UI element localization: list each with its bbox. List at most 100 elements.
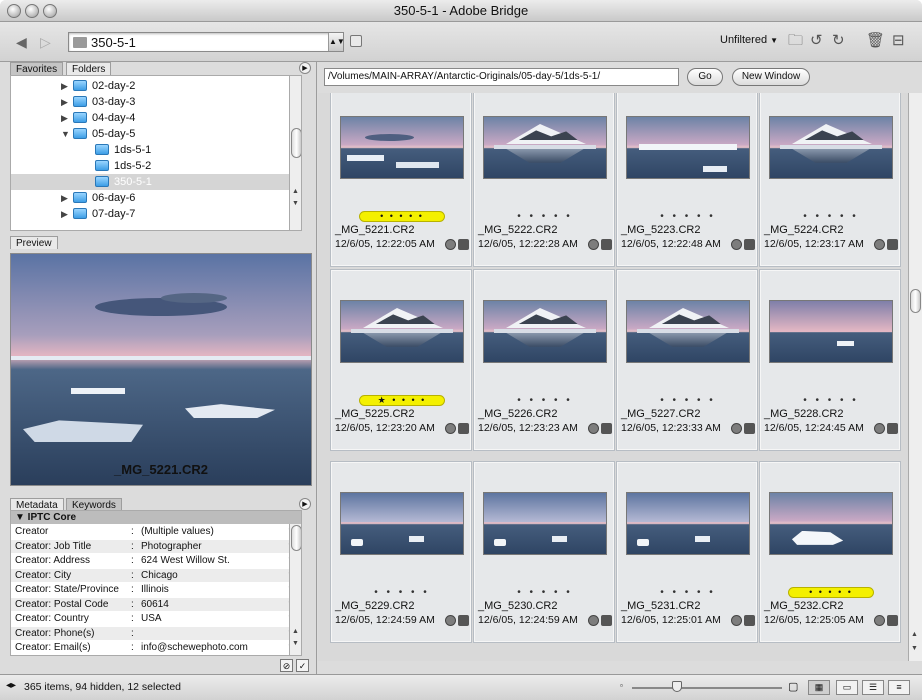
label-bar[interactable]: • • • • •	[788, 587, 874, 598]
thumbnail-cell[interactable]: • • • • • _MG_5232.CR2 12/6/05, 12:25:05 A…	[759, 461, 901, 643]
scroll-down-arrow-icon[interactable]: ▼	[292, 640, 299, 647]
thumbnail-image[interactable]	[626, 492, 750, 555]
thumbnail-image[interactable]	[769, 300, 893, 363]
rating-dots[interactable]: • • • • •	[617, 212, 759, 222]
thumbnail-cell[interactable]: • • • • • _MG_5231.CR2 12/6/05, 12:25:01 A…	[616, 461, 758, 643]
thumbnail-image[interactable]	[340, 116, 464, 179]
folder-item[interactable]: 350-5-1	[11, 174, 301, 190]
rating-dots[interactable]: • • • • •	[617, 588, 759, 598]
cancel-icon[interactable]: ⊘	[280, 659, 293, 672]
thumbnail-image[interactable]	[626, 300, 750, 363]
trash-icon[interactable]: 🗑	[866, 32, 885, 50]
thumbnail-cell[interactable]: • • • • • _MG_5224.CR2 12/6/05, 12:23:17 A…	[759, 93, 901, 267]
disclosure-open-icon[interactable]: ▼	[61, 126, 70, 142]
folder-scrollbar[interactable]: ▲ ▼	[289, 76, 301, 230]
new-folder-icon[interactable]: 🗀	[788, 32, 803, 50]
thumbnail-image[interactable]	[483, 492, 607, 555]
zoom-window-button[interactable]	[43, 4, 57, 18]
slider-knob[interactable]	[672, 681, 682, 692]
go-button[interactable]: Go	[687, 68, 723, 86]
iptc-section-header[interactable]: ▼ IPTC Core	[11, 511, 301, 524]
thumbnail-cell[interactable]: • • • • • _MG_5228.CR2 12/6/05, 12:24:45 A…	[759, 269, 901, 451]
rating-dots[interactable]: • • • • •	[474, 396, 616, 406]
rating-dots[interactable]: • • • • •	[331, 588, 473, 598]
metadata-value[interactable]: (Multiple values)	[141, 525, 214, 538]
thumbnail-cell[interactable]: • • • • • _MG_5222.CR2 12/6/05, 12:22:28 A…	[473, 93, 615, 267]
rating-dots[interactable]: • • • • •	[474, 212, 616, 222]
folder-item[interactable]: ▶ 03-day-3	[11, 94, 301, 110]
thumbnail-image[interactable]	[483, 116, 607, 179]
metadata-value[interactable]: 624 West Willow St.	[141, 554, 230, 567]
thumbnail-image[interactable]	[483, 300, 607, 363]
new-window-button[interactable]: New Window	[732, 68, 810, 86]
thumbnail-image[interactable]	[769, 492, 893, 555]
filmstrip-view-icon[interactable]: ▭	[836, 680, 858, 695]
thumbnail-view-icon[interactable]: ▦	[808, 680, 830, 695]
compact-mode-icon[interactable]: ⊟	[892, 32, 905, 50]
rating-dots[interactable]: • • • • •	[760, 212, 902, 222]
panel-menu-icon[interactable]: ▶	[299, 498, 311, 510]
folder-item[interactable]: ▶ 06-day-6	[11, 190, 301, 206]
thumbnail-cell[interactable]: • • • • • _MG_5223.CR2 12/6/05, 12:22:48 A…	[616, 93, 758, 267]
disclosure-closed-icon[interactable]: ▶	[61, 94, 68, 110]
scroll-up-arrow-icon[interactable]: ▲	[911, 631, 918, 638]
minimize-window-button[interactable]	[25, 4, 39, 18]
rating-dots[interactable]: • • • • •	[760, 396, 902, 406]
thumbnail-cell[interactable]: • • • • • _MG_5226.CR2 12/6/05, 12:23:23 A…	[473, 269, 615, 451]
scroll-thumb[interactable]	[910, 289, 921, 313]
metadata-value[interactable]: 60614	[141, 598, 169, 611]
tab-favorites[interactable]: Favorites	[10, 62, 64, 75]
thumbnail-size-slider[interactable]	[632, 687, 782, 689]
rotate-cw-icon[interactable]: ↻	[832, 32, 845, 50]
metadata-value[interactable]: Chicago	[141, 569, 178, 582]
disclosure-closed-icon[interactable]: ▶	[61, 206, 68, 222]
close-window-button[interactable]	[7, 4, 21, 18]
scroll-down-arrow-icon[interactable]: ▼	[911, 645, 918, 652]
disclosure-closed-icon[interactable]: ▶	[61, 78, 68, 94]
folder-item[interactable]: ▶ 02-day-2	[11, 78, 301, 94]
thumbnail-cell[interactable]: • • • • • _MG_5229.CR2 12/6/05, 12:24:59 A…	[330, 461, 472, 643]
tab-preview[interactable]: Preview	[10, 236, 58, 249]
address-field[interactable]: /Volumes/MAIN-ARRAY/Antarctic-Originals/…	[324, 68, 679, 86]
apply-check-icon[interactable]: ✓	[296, 659, 309, 672]
scroll-up-arrow-icon[interactable]: ▲	[292, 188, 299, 195]
folder-item[interactable]: 1ds-5-2	[11, 158, 301, 174]
thumbnail-image[interactable]	[769, 116, 893, 179]
thumbnail-image[interactable]	[626, 116, 750, 179]
thumbnail-image[interactable]	[340, 492, 464, 555]
thumbnail-cell[interactable]: • • • • • _MG_5221.CR2 12/6/05, 12:22:05 A…	[330, 93, 472, 267]
folder-item[interactable]: ▼ 05-day-5	[11, 126, 301, 142]
forward-arrow-icon[interactable]: ▷	[40, 33, 51, 51]
folder-item[interactable]: ▶ 07-day-7	[11, 206, 301, 222]
rating-dots[interactable]: • • • • •	[617, 396, 759, 406]
list-view-icon[interactable]: ≡	[888, 680, 910, 695]
scroll-thumb[interactable]	[291, 128, 301, 158]
back-arrow-icon[interactable]: ◀	[16, 33, 27, 51]
filter-menu[interactable]: Unfiltered ▼	[720, 34, 778, 46]
metadata-scrollbar[interactable]: ▲ ▼	[289, 524, 301, 655]
rating-dots[interactable]: • • • • •	[474, 588, 616, 598]
disclosure-closed-icon[interactable]: ▶	[61, 190, 68, 206]
scroll-down-arrow-icon[interactable]: ▼	[292, 200, 299, 207]
folder-item[interactable]: 1ds-5-1	[11, 142, 301, 158]
thumbnail-image[interactable]	[340, 300, 464, 363]
thumbnail-cell[interactable]: • • • • • _MG_5227.CR2 12/6/05, 12:23:33 A…	[616, 269, 758, 451]
metadata-value[interactable]: USA	[141, 612, 162, 625]
metadata-value[interactable]: Photographer	[141, 540, 202, 553]
path-combo[interactable]: 350-5-1 ▲▼	[68, 32, 345, 52]
combo-arrow-icon[interactable]: ▲▼	[328, 33, 345, 51]
tab-folders[interactable]: Folders	[66, 62, 112, 75]
label-bar[interactable]: • • • • •	[359, 211, 445, 222]
rotate-ccw-icon[interactable]: ↺	[810, 32, 823, 50]
scroll-thumb[interactable]	[291, 525, 301, 551]
label-bar[interactable]: ★ • • • •	[359, 395, 445, 406]
folder-item[interactable]: ▶ 04-day-4	[11, 110, 301, 126]
split-arrows-icon[interactable]: ◂▸	[6, 680, 16, 691]
go-up-folder-icon[interactable]	[350, 35, 362, 47]
thumbnail-cell[interactable]: ★ • • • • _MG_5225.CR2 12/6/05, 12:23:20 A…	[330, 269, 472, 451]
panel-menu-icon[interactable]: ▶	[299, 62, 311, 74]
disclosure-closed-icon[interactable]: ▶	[61, 110, 68, 126]
scroll-up-arrow-icon[interactable]: ▲	[292, 628, 299, 635]
metadata-value[interactable]: Illinois	[141, 583, 169, 596]
details-view-icon[interactable]: ☰	[862, 680, 884, 695]
